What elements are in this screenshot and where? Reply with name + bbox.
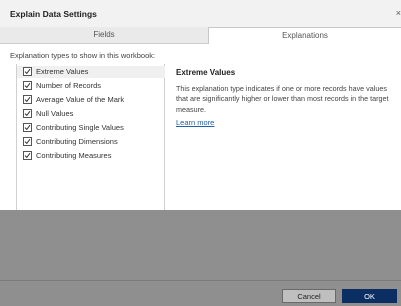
checkbox[interactable]: [23, 80, 32, 90]
learn-more-link[interactable]: Learn more: [176, 118, 214, 127]
checkbox[interactable]: [23, 136, 32, 146]
cancel-button[interactable]: Cancel: [282, 289, 336, 303]
dialog-title: Explain Data Settings: [10, 9, 97, 19]
list-item-contributing-single-values[interactable]: Contributing Single Values: [23, 122, 165, 134]
checkbox[interactable]: [23, 150, 32, 160]
list-item-contributing-measures[interactable]: Contributing Measures: [23, 150, 165, 162]
checkbox[interactable]: [23, 108, 32, 118]
list-item-label: Number of Records: [36, 81, 102, 90]
close-icon[interactable]: ×: [396, 8, 401, 18]
detail-title: Extreme Values: [176, 68, 236, 77]
footer-divider: [0, 280, 401, 281]
list-item-label: Null Values: [36, 109, 74, 118]
list-item-contributing-dimensions[interactable]: Contributing Dimensions: [23, 136, 165, 148]
list-item-null-values[interactable]: Null Values: [23, 108, 165, 120]
list-item-label: Average Value of the Mark: [36, 95, 125, 104]
list-item-extreme-values[interactable]: Extreme Values: [17, 66, 165, 78]
list-item-label: Contributing Dimensions: [36, 137, 118, 146]
detail-description: This explanation type indicates if one o…: [176, 84, 389, 114]
title-bar: Explain Data Settings ×: [0, 0, 401, 27]
list-item-label: Contributing Single Values: [36, 123, 124, 132]
list-item-label: Extreme Values: [36, 67, 89, 76]
ok-button[interactable]: OK: [342, 289, 397, 303]
list-item-label: Contributing Measures: [36, 151, 112, 160]
checkbox[interactable]: [23, 94, 32, 104]
tab-fields[interactable]: Fields: [0, 27, 208, 44]
tab-bar: Fields Explanations: [0, 27, 401, 44]
tab-divider: [0, 43, 208, 44]
checkbox[interactable]: [23, 66, 32, 76]
section-label: Explanation types to show in this workbo…: [10, 51, 156, 60]
explain-data-settings-dialog: Explain Data Settings × Fields Explanati…: [0, 0, 401, 306]
explanation-types-list: Extreme Values Number of Records Average…: [16, 64, 165, 306]
list-item-number-of-records[interactable]: Number of Records: [23, 80, 165, 92]
tab-explanations[interactable]: Explanations: [208, 27, 401, 44]
checkbox[interactable]: [23, 122, 32, 132]
list-item-average-value[interactable]: Average Value of the Mark: [23, 94, 165, 106]
